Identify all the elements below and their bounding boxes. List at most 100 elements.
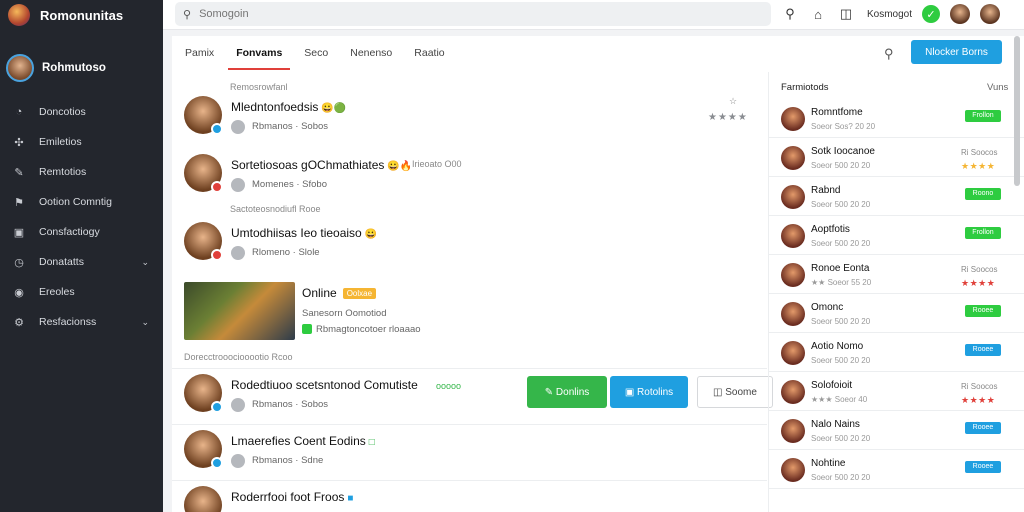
green-action-button[interactable]: ✎ Donlins (527, 376, 607, 408)
avatar[interactable] (950, 4, 971, 24)
tab-4[interactable]: Raatio (414, 36, 444, 70)
post-title: Roderrfooi foot Froos ■ (231, 490, 354, 504)
row-subtitle: Soeor 500 20 20 (811, 356, 871, 365)
game-card[interactable]: Online Oolxae Sanesorn Oomotiod Rbmagtonc… (302, 284, 762, 342)
primary-button[interactable]: Nlocker Borns (911, 40, 1002, 64)
list-item[interactable]: Sortetiosoas gOChmathiates 😀🔥 Momenes · S… (184, 154, 764, 198)
row-title: Omonc (811, 302, 844, 313)
topbar: ⚲ ⚲ ⌂ ◫ Kosmogot ✓ (163, 0, 1024, 30)
outline-action-button[interactable]: ◫ Soome (697, 376, 773, 408)
list-item[interactable]: Romntfome Soeor Sos? 20 20 Frollon (769, 100, 1024, 138)
panel-header: Farmiotods (781, 82, 829, 93)
list-item[interactable]: Sotk Ioocanoe Soeor 500 20 20 Ri Soocos ★★★… (769, 139, 1024, 177)
status-badge[interactable]: Rooee (965, 344, 1001, 356)
bookmark-icon[interactable]: ☆ (729, 96, 737, 107)
list-item[interactable]: Solofoioit ★★★ Soeor 40 Ri Soocos ★★★★ (769, 373, 1024, 411)
row-right-label: Ri Soocos (961, 265, 998, 274)
online-badge: Oolxae (342, 288, 377, 300)
home-icon[interactable]: ⌂ (807, 3, 829, 25)
list-item[interactable]: Nalo Nains Soeor 500 20 20 Rooee (769, 412, 1024, 450)
row-title: Sotk Ioocanoe (811, 146, 875, 157)
game-thumbnail[interactable] (184, 282, 295, 340)
post-side: ooooo (436, 381, 462, 391)
sidebar-item-label: Remtotios (39, 166, 87, 178)
list-item[interactable]: Aoptfotis Soeor 500 20 20 Frollon (769, 217, 1024, 255)
profile[interactable]: Rohmutoso (0, 30, 163, 92)
status-badge[interactable]: Rooee (965, 422, 1001, 434)
list-item[interactable]: Rabnd Soeor 500 20 20 Roono (769, 178, 1024, 216)
search-box[interactable]: ⚲ (175, 2, 771, 26)
divider (172, 480, 767, 481)
row-subtitle: Soeor 500 20 20 (811, 161, 871, 170)
sidebar-item-label: Ereoles (39, 286, 75, 298)
avatar (781, 185, 805, 209)
panel-link[interactable]: Vuns (987, 82, 1008, 93)
app-name: Romonunitas (40, 7, 124, 23)
sidebar-item-7[interactable]: ⚙ Resfacionss ⌄ (0, 307, 163, 337)
rating-stars: ★★★★ (961, 278, 996, 288)
blue-action-button[interactable]: ▣ Rotolins (610, 376, 688, 408)
top-user-name[interactable]: Kosmogot (867, 9, 912, 20)
search-input[interactable] (199, 8, 740, 20)
chevron-down-icon[interactable]: ⌄ (141, 317, 149, 328)
status-badge[interactable]: Rooee (965, 305, 1001, 317)
status-badge[interactable]: Frollon (965, 227, 1001, 239)
sidebar-item-3[interactable]: ⚑ Ootion Comntig (0, 187, 163, 217)
emoji-icon: 😀🟢 (321, 103, 347, 114)
post-meta: Rbmanos · Sobos (252, 399, 329, 410)
list-item[interactable]: Aotio Nomo Soeor 500 20 20 Rooee (769, 334, 1024, 372)
row-title: Solofoioit (811, 380, 853, 391)
sidebar-item-label: Donatatts (39, 256, 84, 268)
avatar (184, 96, 223, 135)
sidebar-item-6[interactable]: ◉ Ereoles (0, 277, 163, 307)
sidebar-item-0[interactable]: ◔ Doncotios (0, 97, 163, 127)
sidebar-item-4[interactable]: ▣ Consfactiogy (0, 217, 163, 247)
status-badge[interactable]: Roono (965, 188, 1001, 200)
divider (172, 368, 767, 369)
avatar[interactable] (980, 4, 1001, 24)
check-icon[interactable]: ✓ (922, 5, 941, 23)
right-panel: Farmiotods Vuns Romntfome Soeor Sos? 20 2… (768, 72, 1024, 512)
row-subtitle: Soeor 500 20 20 (811, 317, 871, 326)
sidebar-item-label: Resfacionss (39, 316, 97, 328)
flag-icon: ⚑ (14, 196, 24, 209)
list-item[interactable]: Ronoe Eonta ★★ Soeor 55 20 Ri Soocos ★★★★ (769, 256, 1024, 294)
chevron-down-icon[interactable]: ⌄ (141, 257, 149, 268)
profile-name: Rohmutoso (42, 62, 106, 74)
search-icon[interactable]: ⚲ (779, 3, 801, 25)
list-item[interactable]: Mledntonfoedsis 😀🟢 Rbmanos · Sobos ☆ ★★★★ (184, 96, 764, 140)
status-badge[interactable]: Frollon (965, 110, 1001, 122)
tabs: Pamix Fonvams Seco Nenenso Raatio (172, 36, 772, 70)
avatar (184, 154, 223, 193)
row-right-label: Ri Soocos (961, 148, 998, 157)
avatar (184, 430, 223, 469)
tab-1[interactable]: Fonvams (228, 36, 291, 70)
sidebar-item-1[interactable]: ✣ Emiletios (0, 127, 163, 157)
row-title: Romntfome (811, 107, 863, 118)
brand[interactable]: Romonunitas (0, 0, 163, 30)
emoji-icon: 😀 (364, 229, 378, 240)
divider (172, 424, 767, 425)
list-item[interactable]: Umtodhiisas Ieo tieoaiso 😀 Rlomeno · Slol… (184, 222, 764, 266)
scrollbar[interactable] (1014, 36, 1020, 186)
sidebar-item-2[interactable]: ✎ Remtotios (0, 157, 163, 187)
emoji-icon: □ (368, 437, 375, 448)
list-item[interactable]: Omonc Soeor 500 20 20 Rooee (769, 295, 1024, 333)
avatar (781, 458, 805, 482)
post-meta: Rlomeno · Slole (252, 247, 320, 258)
list-item[interactable]: Roderrfooi foot Froos ■ (184, 486, 764, 512)
tab-0[interactable]: Pamix (185, 36, 214, 70)
list-item[interactable]: Lmaerefies Coent Eodins □ Rbmanos · Sdne (184, 430, 764, 474)
tab-2[interactable]: Seco (304, 36, 328, 70)
sidebar-item-5[interactable]: ◷ Donatatts ⌄ (0, 247, 163, 277)
row-subtitle: Soeor Sos? 20 20 (811, 122, 876, 131)
profile-avatar (6, 54, 34, 82)
tab-3[interactable]: Nenenso (350, 36, 392, 70)
store-icon[interactable]: ◫ (835, 3, 857, 25)
feed-header: Remosrowfanl (230, 82, 288, 92)
status-badge[interactable]: Rooee (965, 461, 1001, 473)
search-icon[interactable]: ⚲ (884, 46, 894, 62)
clock-icon: ◷ (14, 256, 24, 269)
list-item[interactable]: Nohtine Soeor 500 20 20 Rooee (769, 451, 1024, 489)
post-meta: Rbmanos · Sdne (252, 455, 324, 466)
